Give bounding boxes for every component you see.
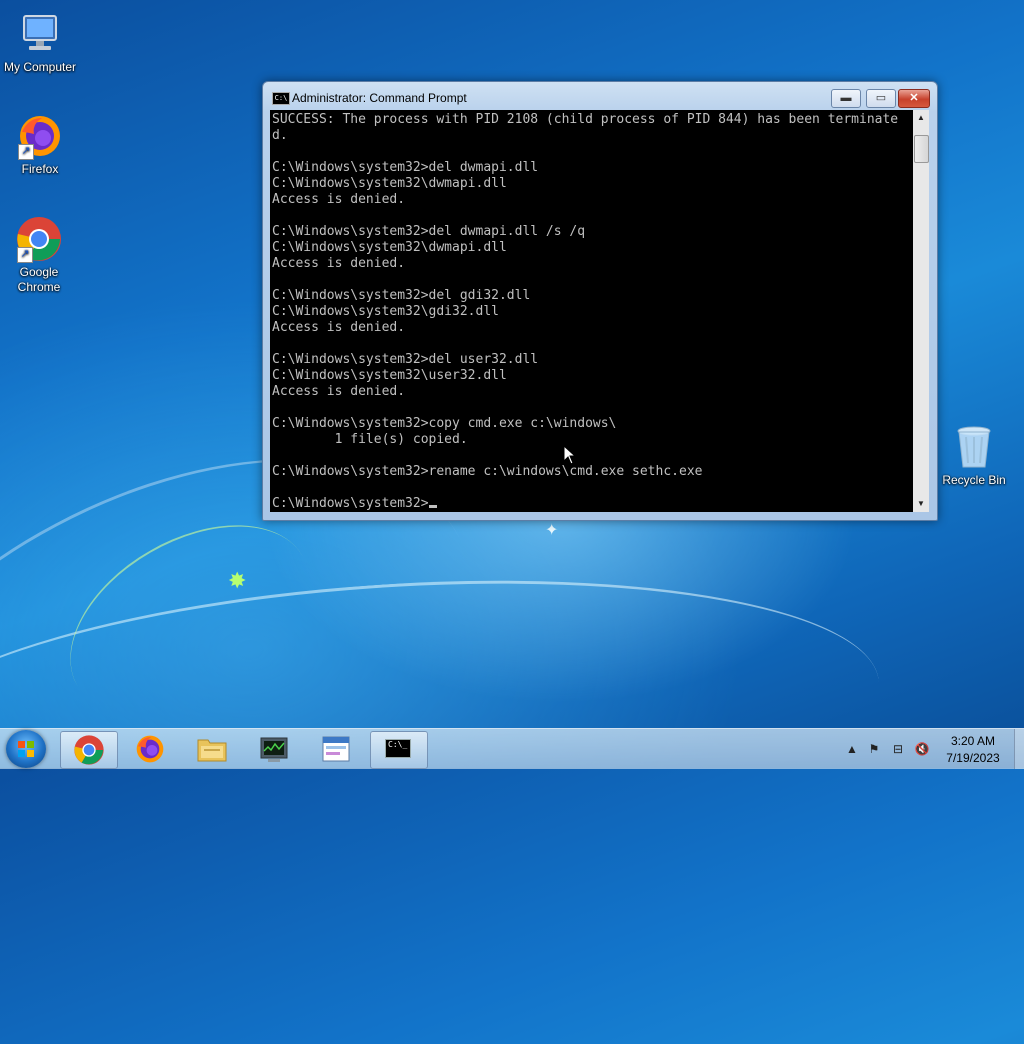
- chrome-icon: [74, 735, 104, 765]
- desktop-icon-google-chrome[interactable]: ↗ Google Chrome: [0, 215, 78, 295]
- desktop-icon-label: Recycle Bin: [942, 473, 1006, 487]
- scrollbar-thumb[interactable]: [914, 135, 929, 163]
- system-clock[interactable]: 3:20 AM 7/19/2023: [928, 733, 1018, 767]
- action-center-flag-icon[interactable]: ⚑: [866, 741, 882, 757]
- shortcut-arrow-icon: ↗: [18, 144, 34, 160]
- vertical-scrollbar[interactable]: ▲ ▼: [913, 110, 929, 512]
- taskbar: C:\_ ▲ ⚑ ⊟ 🔇 3:20 AM 7/19/2023: [0, 728, 1024, 769]
- close-button[interactable]: ✕: [898, 89, 930, 108]
- window-titlebar[interactable]: C:\ Administrator: Command Prompt ▬ ▭ ✕: [263, 82, 937, 110]
- wallpaper-sparkle: ✸: [228, 568, 247, 593]
- console-output[interactable]: SUCCESS: The process with PID 2108 (chil…: [270, 110, 913, 512]
- desktop-icon-my-computer[interactable]: My Computer: [0, 10, 80, 75]
- computer-icon: [16, 10, 64, 58]
- desktop-icon-firefox[interactable]: ↗ Firefox: [0, 112, 80, 177]
- taskbar-firefox-button[interactable]: [122, 731, 178, 767]
- scroll-up-arrow-icon[interactable]: ▲: [913, 110, 929, 126]
- minimize-button[interactable]: ▬: [831, 89, 861, 108]
- taskbar-file-explorer-button[interactable]: [184, 731, 240, 767]
- maximize-button[interactable]: ▭: [866, 89, 896, 108]
- command-prompt-icon: C:\_: [385, 739, 411, 758]
- task-manager-icon: [260, 737, 288, 762]
- start-button[interactable]: [6, 730, 46, 768]
- text-cursor: [428, 505, 437, 508]
- console-text: SUCCESS: The process with PID 2108 (chil…: [270, 110, 913, 512]
- clock-time: 3:20 AM: [950, 734, 996, 748]
- windows-logo-icon: [18, 741, 34, 757]
- desktop-icon-label: My Computer: [3, 60, 77, 74]
- firefox-icon: [136, 735, 164, 763]
- recycle-bin-icon: [950, 423, 998, 471]
- command-prompt-window[interactable]: C:\ Administrator: Command Prompt ▬ ▭ ✕ …: [262, 81, 938, 521]
- scroll-down-arrow-icon[interactable]: ▼: [913, 496, 929, 512]
- desktop-icon-label: Firefox: [21, 162, 59, 176]
- taskbar-control-panel-button[interactable]: [308, 731, 364, 767]
- desktop-icon-label: Google Chrome: [17, 265, 61, 294]
- network-icon[interactable]: ⊟: [890, 741, 906, 757]
- window-title: Administrator: Command Prompt: [292, 91, 467, 105]
- clock-date: 7/19/2023: [946, 751, 1000, 765]
- mouse-pointer-icon: [563, 445, 577, 465]
- file-explorer-icon: [197, 739, 227, 762]
- taskbar-chrome-button[interactable]: [60, 731, 118, 769]
- taskbar-command-prompt-button[interactable]: C:\_: [370, 731, 428, 769]
- show-hidden-icons-chevron-icon[interactable]: ▲: [844, 741, 860, 757]
- shortcut-arrow-icon: ↗: [17, 247, 33, 263]
- command-prompt-icon: C:\: [272, 92, 290, 105]
- console-history: SUCCESS: The process with PID 2108 (chil…: [272, 112, 899, 479]
- wallpaper-sparkle: ✦: [545, 522, 559, 539]
- firefox-icon: ↗: [16, 112, 64, 160]
- desktop-icon-recycle-bin[interactable]: Recycle Bin: [934, 423, 1014, 488]
- control-panel-icon: [322, 736, 350, 762]
- show-desktop-button[interactable]: [1014, 729, 1024, 769]
- chrome-icon: ↗: [15, 215, 63, 263]
- console-prompt: C:\Windows\system32>: [272, 496, 429, 511]
- taskbar-task-manager-button[interactable]: [246, 731, 302, 767]
